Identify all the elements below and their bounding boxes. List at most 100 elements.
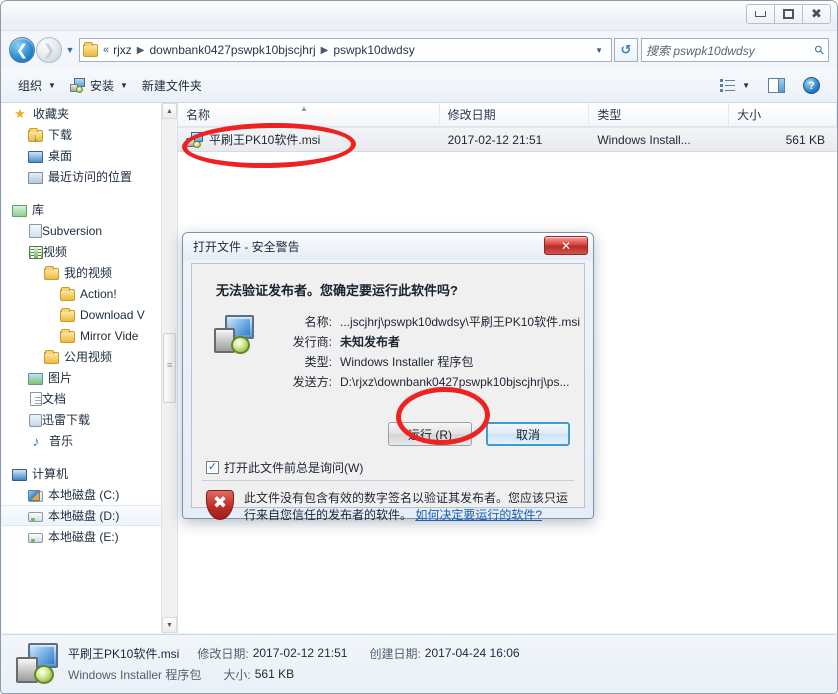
- run-button[interactable]: 运行 (R): [388, 422, 472, 446]
- explorer-window: ✖ ❮ ❯ ▼ « rjxz ▶ downbank0427pswpk10bjsc…: [0, 0, 838, 694]
- video-library-icon: [29, 246, 43, 260]
- sidebar-item-5[interactable]: Subversion: [2, 220, 176, 241]
- sidebar-item-label: Subversion: [42, 223, 103, 238]
- search-input[interactable]: 搜索 pswpk10dwdsy: [646, 42, 815, 59]
- help-button[interactable]: ?: [796, 74, 827, 98]
- sidebar-item-label: 本地磁盘 (C:): [48, 488, 120, 502]
- maximize-icon: [783, 9, 794, 19]
- address-dropdown-button[interactable]: ▼: [591, 46, 607, 55]
- dialog-field-value: Windows Installer 程序包: [340, 355, 474, 369]
- sidebar-item-16[interactable]: 计算机: [2, 463, 176, 484]
- status-modified-label: 修改日期:: [197, 646, 249, 661]
- address-bar[interactable]: « rjxz ▶ downbank0427pswpk10bjscjhrj ▶ p…: [79, 38, 612, 62]
- close-button[interactable]: ✖: [802, 4, 831, 24]
- sidebar-item-label: 图片: [48, 371, 73, 385]
- column-header-type[interactable]: 类型: [589, 103, 730, 126]
- breadcrumb-separator[interactable]: ▶: [133, 45, 149, 56]
- dialog-field-value: D:\rjxz\downbank0427pswpk10bjscjhrj\ps..…: [340, 375, 570, 389]
- minimize-button[interactable]: [746, 4, 775, 24]
- scroll-down-button[interactable]: ▼: [162, 617, 177, 633]
- column-header-date[interactable]: 修改日期: [440, 103, 590, 126]
- sidebar-item-label: Action!: [80, 286, 117, 301]
- column-header-name[interactable]: 名称 ▲: [178, 103, 440, 126]
- sidebar-item-7[interactable]: 我的视频: [2, 262, 176, 283]
- breadcrumb-item-2[interactable]: pswpk10dwdsy: [332, 43, 415, 57]
- dialog-field-label: 类型:: [304, 355, 332, 369]
- preview-pane-button[interactable]: [761, 74, 792, 98]
- sidebar-item-4[interactable]: 库: [2, 199, 176, 220]
- msi-installer-icon: [16, 642, 60, 685]
- help-icon: ?: [803, 77, 820, 94]
- sidebar-item-19[interactable]: 本地磁盘 (E:): [2, 526, 176, 547]
- dialog-field-label: 发行商:: [292, 335, 332, 349]
- dialog-divider: [202, 480, 574, 481]
- sidebar-item-12[interactable]: 图片: [2, 367, 176, 388]
- new-folder-label: 新建文件夹: [141, 79, 202, 93]
- sidebar-item-13[interactable]: 文档: [2, 388, 176, 409]
- dialog-footer: ✖ 此文件没有包含有效的数字签名以验证其发布者。您应该只运行来自您信任的发布者的…: [206, 490, 574, 525]
- scrollbar-thumb[interactable]: [163, 333, 176, 403]
- sidebar-item-15[interactable]: ♪ 音乐: [2, 430, 176, 451]
- always-ask-checkbox[interactable]: ✓: [206, 461, 219, 474]
- maximize-button[interactable]: [774, 4, 803, 24]
- red-shield-warning-icon: ✖: [206, 490, 234, 520]
- change-view-button[interactable]: ▼: [713, 74, 757, 98]
- sidebar-item-11[interactable]: 公用视频: [2, 346, 176, 367]
- breadcrumb-overflow-icon[interactable]: «: [102, 44, 112, 56]
- refresh-button[interactable]: ↺: [614, 38, 638, 62]
- column-header-size[interactable]: 大小: [729, 103, 838, 126]
- back-button[interactable]: ❮: [9, 37, 35, 63]
- sidebar-item-1[interactable]: 下载: [2, 124, 176, 145]
- file-name-cell[interactable]: 平刷王PK10软件.msi: [178, 131, 440, 148]
- xunlei-download-icon: [29, 414, 42, 427]
- dialog-field-label: 名称:: [304, 315, 332, 329]
- sidebar-item-9[interactable]: Download V: [2, 304, 176, 325]
- sidebar-scrollbar[interactable]: ▲ ▼: [161, 103, 177, 633]
- folder-icon: [60, 307, 75, 322]
- breadcrumb-item-1[interactable]: downbank0427pswpk10bjscjhrj: [149, 43, 317, 57]
- chevron-down-icon: ▼: [742, 81, 750, 90]
- sidebar-item-label: 桌面: [48, 149, 73, 163]
- history-dropdown-button[interactable]: ▼: [63, 45, 77, 55]
- drive-icon: [28, 512, 43, 522]
- search-box[interactable]: 搜索 pswpk10dwdsy ⚲: [641, 38, 829, 62]
- sidebar-item-14[interactable]: 迅雷下载: [2, 409, 176, 430]
- breadcrumb-separator[interactable]: ▶: [317, 45, 333, 56]
- sidebar-item-label: 视频: [43, 245, 68, 259]
- status-size-value: 561 KB: [254, 667, 295, 681]
- sort-ascending-icon: ▲: [300, 104, 308, 113]
- cancel-button[interactable]: 取消: [486, 422, 570, 446]
- sidebar-item-label: 下载: [48, 128, 73, 142]
- computer-icon: [12, 468, 27, 481]
- dialog-close-button[interactable]: ✕: [544, 236, 588, 255]
- library-icon: [12, 204, 27, 217]
- scroll-up-button[interactable]: ▲: [162, 103, 177, 119]
- status-line-bottom: Windows Installer 程序包 大小: 561 KB: [68, 666, 542, 683]
- sidebar-item-2[interactable]: 桌面: [2, 145, 176, 166]
- msi-installer-icon: [69, 78, 86, 93]
- breadcrumb-item-0[interactable]: rjxz: [112, 43, 133, 57]
- sidebar-item-10[interactable]: Mirror Vide: [2, 325, 176, 346]
- table-row[interactable]: 平刷王PK10软件.msi 2017-02-12 21:51 Windows I…: [178, 127, 837, 152]
- sidebar-item-18[interactable]: 本地磁盘 (D:): [2, 505, 176, 526]
- forward-button[interactable]: ❯: [36, 37, 62, 63]
- organize-button[interactable]: 组织 ▼: [11, 74, 63, 98]
- file-name-label: 平刷王PK10软件.msi: [209, 133, 321, 147]
- install-button[interactable]: 安装 ▼: [63, 74, 135, 98]
- sidebar-item-3[interactable]: 最近访问的位置: [2, 166, 176, 187]
- sidebar-item-label: 公用视频: [64, 350, 113, 364]
- sidebar-item-6[interactable]: 视频: [2, 241, 176, 262]
- file-size-cell: 561 KB: [785, 132, 825, 147]
- documents-icon: [30, 392, 42, 406]
- how-to-decide-link[interactable]: 如何决定要运行的软件?: [415, 508, 542, 522]
- sidebar-item-0[interactable]: ★ 收藏夹: [2, 103, 176, 124]
- dialog-field-2: 类型: Windows Installer 程序包: [270, 353, 580, 370]
- sidebar-item-8[interactable]: Action!: [2, 283, 176, 304]
- new-folder-button[interactable]: 新建文件夹: [135, 74, 209, 98]
- status-created-value: 2017-04-24 16:06: [424, 646, 520, 660]
- sidebar-item-17[interactable]: 本地磁盘 (C:): [2, 484, 176, 505]
- always-ask-checkbox-row[interactable]: ✓ 打开此文件前总是询问(W): [206, 459, 363, 476]
- navigation-sidebar[interactable]: ★ 收藏夹下载桌面最近访问的位置库 Subversion 视频我的视频 Action! D…: [2, 103, 176, 633]
- dialog-field-label: 发送方:: [292, 375, 332, 389]
- download-folder-icon: [28, 127, 43, 144]
